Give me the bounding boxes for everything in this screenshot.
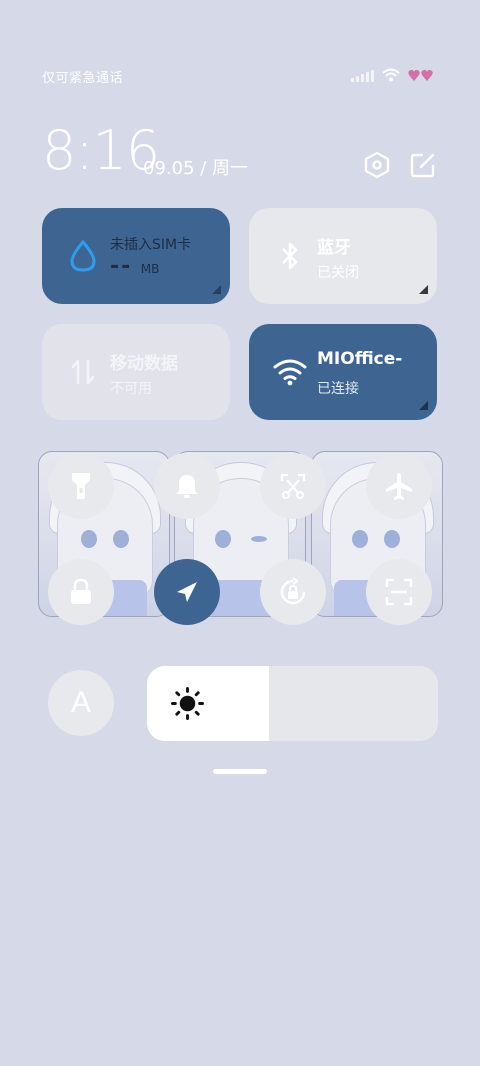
data-usage-value: -- MB xyxy=(110,254,159,279)
heart-icon xyxy=(408,69,433,81)
expand-corner-icon xyxy=(419,285,428,294)
mobile-data-title: 移动数据 xyxy=(110,354,178,374)
wifi-icon xyxy=(382,68,400,82)
wifi-title: MIOffice- xyxy=(317,349,403,369)
sun-icon xyxy=(171,687,204,720)
scanner-toggle[interactable] xyxy=(366,559,432,625)
bell-icon xyxy=(176,475,198,498)
data-usage-tile[interactable]: 未插入SIM卡 -- MB xyxy=(42,208,230,304)
flashlight-toggle[interactable] xyxy=(48,453,114,519)
clock-date: 09.05 / 周一 xyxy=(143,158,249,179)
rotation-lock-toggle[interactable] xyxy=(260,559,326,625)
airplane-mode-toggle[interactable] xyxy=(366,453,432,519)
bluetooth-tile[interactable]: 蓝牙 已关闭 xyxy=(249,208,437,304)
mobile-data-tile[interactable]: 移动数据 不可用 xyxy=(42,324,230,420)
wifi-tile[interactable]: MIOffice- 已连接 xyxy=(249,324,437,420)
edit-icon[interactable] xyxy=(408,150,438,180)
brightness-fill xyxy=(147,666,270,741)
clock-time: 8:16 xyxy=(42,119,160,182)
scan-icon xyxy=(385,578,413,606)
bluetooth-icon xyxy=(273,238,307,274)
data-usage-title: 未插入SIM卡 xyxy=(110,237,192,253)
flashlight-icon xyxy=(72,473,90,499)
signal-icon xyxy=(351,69,374,82)
expand-corner-icon xyxy=(212,285,221,294)
status-icons xyxy=(351,66,434,84)
data-usage-unit: MB xyxy=(140,262,160,276)
auto-brightness-button[interactable]: A xyxy=(48,670,114,736)
wifi-status: 已连接 xyxy=(317,381,359,397)
home-indicator[interactable] xyxy=(213,769,267,774)
auto-brightness-label: A xyxy=(70,686,91,719)
screenshot-toggle[interactable] xyxy=(260,453,326,519)
silent-toggle[interactable] xyxy=(154,453,220,519)
mobile-data-arrows-icon xyxy=(66,354,100,390)
bluetooth-status: 已关闭 xyxy=(317,265,359,281)
rotation-lock-icon xyxy=(280,577,306,605)
data-usage-number: -- xyxy=(110,254,133,279)
lock-screen-toggle[interactable] xyxy=(48,559,114,625)
expand-corner-icon xyxy=(419,401,428,410)
airplane-icon xyxy=(386,473,412,500)
screenshot-icon xyxy=(280,473,306,499)
water-drop-icon xyxy=(66,238,100,274)
wifi-icon xyxy=(273,354,307,390)
status-carrier-text: 仅可紧急通话 xyxy=(42,71,124,86)
location-icon xyxy=(177,582,197,602)
bluetooth-title: 蓝牙 xyxy=(317,238,351,258)
location-toggle[interactable] xyxy=(154,559,220,625)
mobile-data-status: 不可用 xyxy=(110,381,152,397)
brightness-slider[interactable] xyxy=(147,666,438,741)
lock-icon xyxy=(71,578,91,604)
settings-icon[interactable] xyxy=(362,150,392,180)
